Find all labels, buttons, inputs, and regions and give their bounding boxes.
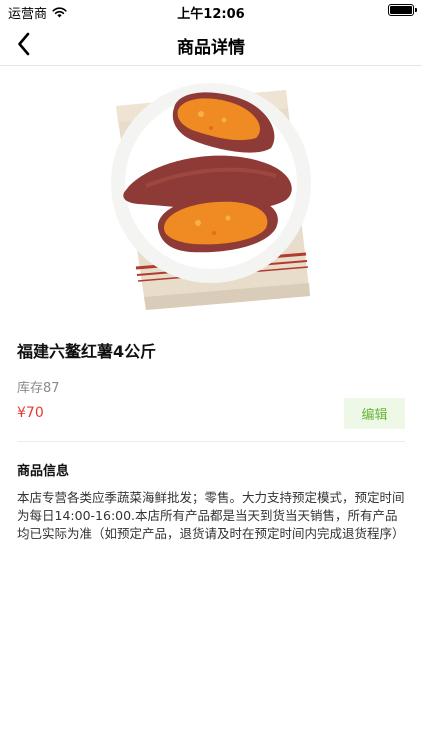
stock-value: 87 xyxy=(43,381,60,396)
stock-count: 库存87 xyxy=(17,377,60,396)
navigation-bar: 商品详情 xyxy=(0,22,422,66)
stock-label: 库存 xyxy=(17,381,44,396)
edit-button[interactable]: 编辑 xyxy=(344,398,405,429)
divider xyxy=(17,441,405,442)
battery-icon xyxy=(388,4,417,16)
page-title: 商品详情 xyxy=(177,38,245,58)
product-price: ¥70 xyxy=(17,405,44,421)
status-bar: 运营商 上午12:06 xyxy=(0,0,422,22)
product-name: 福建六鳌红薯4公斤 xyxy=(17,342,157,361)
info-heading: 商品信息 xyxy=(17,464,70,479)
info-description: 本店专营各类应季蔬菜海鲜批发；零售。大力支持预定模式，预定时间为每日14:00-… xyxy=(17,490,405,541)
status-time: 上午12:06 xyxy=(177,7,245,22)
product-image xyxy=(111,83,311,310)
